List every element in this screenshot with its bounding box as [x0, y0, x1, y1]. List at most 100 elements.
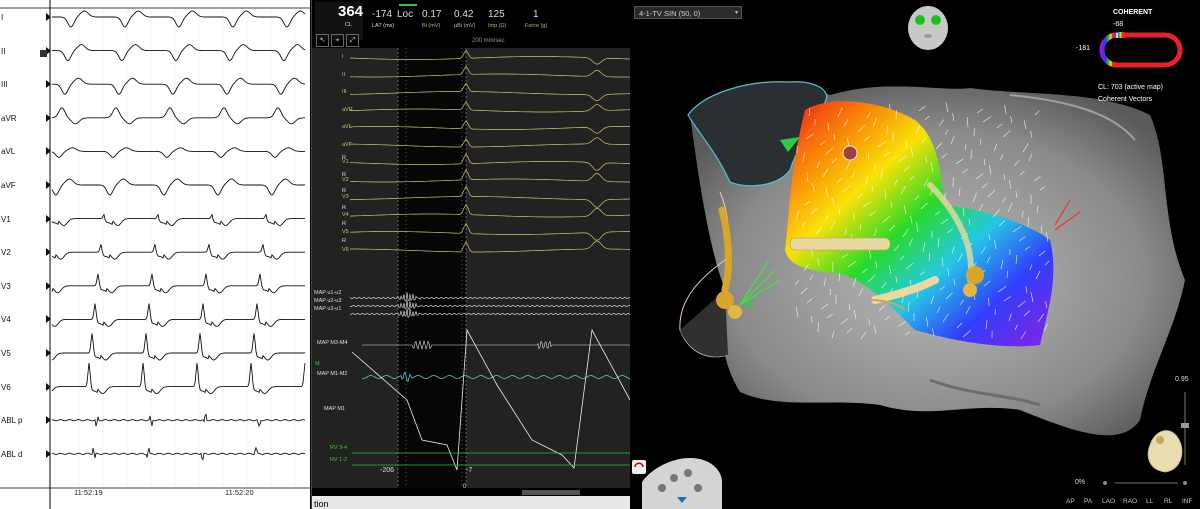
egm-map-label-8: RV 1-2 — [330, 457, 348, 463]
lead-handle-3[interactable] — [46, 113, 51, 122]
egm-surface-label-2: III — [342, 89, 347, 95]
ecg-trace-7 — [51, 244, 305, 260]
catheter-label: R — [746, 300, 754, 311]
minus-icon[interactable] — [1103, 481, 1107, 485]
navigation-wheel[interactable] — [642, 458, 722, 509]
view-button-lao[interactable]: LAO — [1102, 498, 1115, 505]
egm-surface-label-5: aVF — [342, 141, 353, 148]
coherent-vectors-label: Coherent Vectors — [1098, 96, 1153, 103]
r-mark-1: R — [342, 171, 346, 178]
map-panel: 4-1-TV SIN (50, 0) ▾ COHERENT -68 -181 C… — [630, 0, 1200, 509]
scale-min: -181 — [1076, 45, 1091, 52]
map-canvas[interactable] — [630, 0, 1200, 509]
egm-map-label-6: MAP M1 — [324, 406, 345, 412]
egm-map-label-7: RV 3-4 — [330, 445, 348, 451]
lead-label-6: V1 — [1, 214, 11, 224]
view-button-ll[interactable]: LL — [1146, 498, 1153, 505]
lead-handle-8[interactable] — [46, 281, 51, 290]
egm-surface-label-9: V4 — [342, 211, 349, 218]
lead-handle-5[interactable] — [46, 181, 51, 189]
egm-map-label-1: MAP u2-u3 — [314, 298, 342, 304]
view-button-inf[interactable]: INF — [1182, 498, 1192, 505]
ecg-trace-9 — [51, 303, 305, 327]
lead-label-8: V3 — [1, 281, 11, 291]
lead-label-3: aVR — [1, 113, 17, 123]
ecg-trace-0 — [52, 10, 306, 28]
lead-handle-6[interactable] — [46, 214, 51, 223]
egm-map-label-5: MAP M1-M2 — [317, 371, 348, 377]
lead-label-9: V4 — [1, 315, 11, 325]
time-label-2: 11:52:20 — [225, 488, 254, 497]
marker-zero: 0 — [463, 484, 467, 490]
ecg-trace-2 — [52, 77, 306, 95]
ecg-trace-10 — [51, 333, 306, 361]
lead-label-13: ABL d — [1, 449, 23, 459]
ecg-trace-8 — [51, 273, 305, 294]
egm-map-label-2: MAP u3-u1 — [314, 306, 342, 312]
ecg-trace-12 — [51, 413, 306, 428]
status-text: tion — [314, 499, 329, 509]
lead-handle-0[interactable] — [46, 13, 51, 21]
cl-active-map: CL: 703 (active map) — [1098, 84, 1163, 91]
lead-label-0: I — [1, 13, 4, 22]
lead-handle-12[interactable] — [46, 416, 51, 425]
scale-max: -68 — [1113, 21, 1124, 28]
egm-traces — [312, 48, 631, 495]
view-button-rl[interactable]: RL — [1164, 498, 1172, 505]
lead-handle-7[interactable] — [46, 248, 51, 257]
lead-handle-13[interactable] — [46, 449, 51, 458]
view-button-rao[interactable]: RAO — [1123, 498, 1137, 505]
lead-label-11: V6 — [1, 382, 11, 392]
ecg-trace-5 — [51, 178, 305, 196]
opacity-value: 0% — [1075, 479, 1086, 486]
egm-scrollbar[interactable] — [522, 490, 580, 495]
ecg-panel: I II III aVR aVL aVF V1 V2 V3 V4 V5 V6 ABL p ABL d 11… — [0, 0, 310, 509]
egm-surface-label-0: I — [342, 54, 344, 60]
lead-label-1: II — [1, 46, 6, 56]
ecg-trace-3 — [52, 107, 305, 125]
lead-handle-10[interactable] — [46, 349, 51, 357]
coherent-title: COHERENT — [1113, 9, 1153, 16]
plus-icon[interactable] — [1183, 481, 1187, 485]
r-mark-3: R — [342, 204, 346, 211]
r-mark-5: R — [342, 237, 346, 244]
zoom-value: 0.95 — [1175, 376, 1189, 383]
egm-map-label-3: MAP M3-M4 — [317, 340, 348, 346]
lead-handle-4[interactable] — [46, 147, 51, 156]
egm-surface-label-10: V5 — [342, 229, 349, 235]
lead-label-10: V5 — [1, 349, 11, 358]
head-orientation-icon[interactable] — [908, 6, 948, 50]
zoom-slider-thumb[interactable] — [1181, 423, 1189, 428]
ecg-trace-11 — [51, 362, 306, 395]
lead-handle-11[interactable] — [46, 382, 51, 391]
egm-surface-label-8: V3 — [342, 194, 349, 200]
r-mark-2: R — [342, 188, 346, 194]
heart-orientation-icon[interactable] — [1147, 430, 1183, 473]
ecg-trace-13 — [51, 446, 306, 461]
marker-right: -7 — [466, 467, 473, 474]
egm-surface-label-11: V6 — [342, 246, 349, 253]
lead-selector-icon[interactable] — [40, 50, 47, 57]
view-button-pa[interactable]: PA — [1084, 498, 1092, 505]
ecg-trace-4 — [51, 147, 305, 158]
ecg-trace-1 — [52, 44, 306, 62]
lead-handle-9[interactable] — [46, 315, 51, 324]
egm-panel: 364 CL -174 LAT (ms) Loc 0.17 Bi (mV) 0.42… — [311, 0, 631, 509]
lead-label-7: V2 — [1, 248, 11, 258]
lead-label-5: aVF — [1, 181, 16, 190]
lead-label-12: ABL p — [1, 416, 23, 426]
egm-surface-label-3: aVR — [342, 106, 353, 113]
r-mark-0: R — [342, 155, 346, 161]
egm-map-label-0: MAP u1-u2 — [314, 290, 342, 296]
carto-logo-icon[interactable] — [632, 460, 646, 474]
marker-left: -206 — [380, 467, 395, 474]
egm-surface-label-4: aVL — [342, 124, 352, 130]
ecg-trace-6 — [51, 213, 305, 227]
lead-handle-2[interactable] — [46, 80, 51, 89]
lead-label-2: III — [1, 80, 8, 90]
status-strip — [312, 496, 631, 509]
egm-map-label-4: M — [315, 361, 320, 367]
view-button-ap[interactable]: AP — [1066, 498, 1075, 505]
lead-label-4: aVL — [1, 147, 16, 157]
coherent-scale — [1099, 32, 1183, 68]
